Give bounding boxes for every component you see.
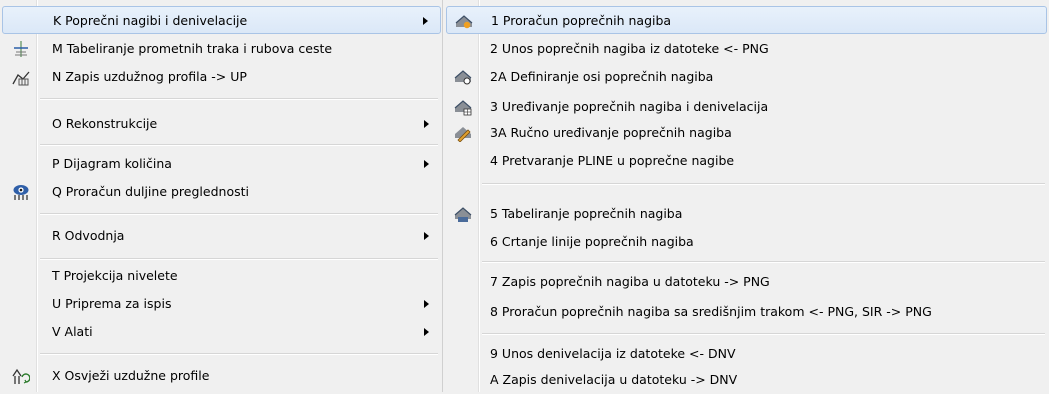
submenu-item-unos-png[interactable]: 2 Unos poprečnih nagiba iz datoteke <- P…	[446, 35, 1047, 63]
submenu-item-definiranje-osi[interactable]: 2A Definiranje osi poprečnih nagiba	[446, 63, 1047, 91]
menu-item-label: 9 Unos denivelacija iz datoteke <- DNV	[490, 346, 736, 361]
menu-item-label: 2A Definiranje osi poprečnih nagiba	[490, 69, 714, 84]
menu-separator	[40, 213, 438, 215]
menu-item-label: T Projekcija nivelete	[52, 268, 178, 283]
axis-define-icon	[454, 70, 472, 85]
submenu-item-crtanje-linije[interactable]: 6 Crtanje linije poprečnih nagiba	[446, 228, 1047, 256]
menu-item-label: 3 Uređivanje poprečnih nagiba i denivela…	[490, 99, 769, 114]
menu-item-osvjezi-profile[interactable]: X Osvježi uzdužne profile	[2, 362, 441, 390]
submenu-item-pretvaranje-pline[interactable]: 4 Pretvaranje PLINE u poprečne nagibe	[446, 147, 1047, 175]
menu-item-label: X Osvježi uzdužne profile	[52, 368, 210, 383]
submenu-item-unos-dnv[interactable]: 9 Unos denivelacija iz datoteke <- DNV	[446, 340, 1047, 368]
menu-item-label: 3A Ručno uređivanje poprečnih nagiba	[490, 125, 732, 140]
menu-item-tabeliranje-traka[interactable]: M Tabeliranje prometnih traka i rubova c…	[2, 35, 441, 63]
menu-item-zapis-profila[interactable]: N Zapis uzdužnog profila -> UP	[2, 63, 441, 91]
menu-separator	[482, 333, 1045, 335]
menu-item-label: 1 Proračun poprečnih nagiba	[491, 13, 672, 28]
submenu-arrow-icon	[424, 120, 429, 128]
visibility-icon	[13, 185, 29, 200]
menu-item-poprecni-nagibi[interactable]: K Poprečni nagibi i denivelacije	[2, 6, 441, 34]
tabulate-icon	[454, 207, 472, 222]
edit-table-icon	[454, 100, 472, 116]
menu-item-odvodnja[interactable]: R Odvodnja	[2, 222, 441, 250]
submenu-item-tabeliranje[interactable]: 5 Tabeliranje poprečnih nagiba	[446, 200, 1047, 228]
menu-item-label: 7 Zapis poprečnih nagiba u datoteku -> P…	[490, 274, 770, 289]
submenu-poprecni-nagibi: 1 Proračun poprečnih nagiba 2 Unos popre…	[444, 0, 1049, 392]
menu-item-projekcija-nivelete[interactable]: T Projekcija nivelete	[2, 262, 441, 290]
submenu-item-zapis-dnv[interactable]: A Zapis denivelacija u datoteku -> DNV	[446, 366, 1047, 394]
menu-item-label: 2 Unos poprečnih nagiba iz datoteke <- P…	[490, 41, 769, 56]
menu-separator	[482, 183, 1045, 185]
submenu-item-uredivanje[interactable]: 3 Uređivanje poprečnih nagiba i denivela…	[446, 93, 1047, 121]
profile-export-icon	[12, 71, 30, 86]
submenu-arrow-icon	[424, 300, 429, 308]
menu-item-label: M Tabeliranje prometnih traka i rubova c…	[52, 41, 333, 56]
menu-item-alati[interactable]: V Alati	[2, 318, 441, 346]
menu-item-dijagram-kolicina[interactable]: P Dijagram količina	[2, 150, 441, 178]
menu-item-label: P Dijagram količina	[52, 156, 172, 171]
lane-table-icon	[14, 41, 28, 57]
refresh-profile-icon	[12, 368, 30, 384]
menu-separator	[40, 98, 438, 100]
main-context-menu: K Poprečni nagibi i denivelacije M Tabel…	[0, 0, 443, 392]
cross-slope-calc-icon	[455, 15, 473, 29]
submenu-item-sredisnji-trak[interactable]: 8 Proračun poprečnih nagiba sa središnji…	[446, 298, 1047, 326]
menu-item-label: V Alati	[52, 324, 93, 339]
menu-separator	[40, 353, 438, 355]
submenu-arrow-icon	[424, 232, 429, 240]
menu-item-label: 4 Pretvaranje PLINE u poprečne nagibe	[490, 153, 735, 168]
submenu-item-rucno-uredivanje[interactable]: 3A Ručno uređivanje poprečnih nagiba	[446, 119, 1047, 147]
menu-item-label: U Priprema za ispis	[52, 296, 172, 311]
menu-separator	[40, 144, 438, 146]
submenu-item-proracun[interactable]: 1 Proračun poprečnih nagiba	[446, 6, 1047, 34]
menu-item-priprema-ispis[interactable]: U Priprema za ispis	[2, 290, 441, 318]
menu-item-duljina-preglednosti[interactable]: Q Proračun duljine preglednosti	[2, 178, 441, 206]
menu-item-label: 6 Crtanje linije poprečnih nagiba	[490, 234, 694, 249]
menu-item-label: A Zapis denivelacija u datoteku -> DNV	[490, 372, 738, 387]
menu-item-label: 8 Proračun poprečnih nagiba sa središnji…	[490, 304, 932, 319]
menu-item-label: R Odvodnja	[52, 228, 125, 243]
menu-separator	[40, 258, 438, 260]
submenu-item-zapis-png[interactable]: 7 Zapis poprečnih nagiba u datoteku -> P…	[446, 268, 1047, 296]
menu-item-label: N Zapis uzdužnog profila -> UP	[52, 69, 247, 84]
submenu-arrow-icon	[424, 328, 429, 336]
submenu-arrow-icon	[424, 160, 429, 168]
submenu-arrow-icon	[423, 17, 428, 25]
menu-item-label: Q Proračun duljine preglednosti	[52, 184, 249, 199]
menu-item-label: 5 Tabeliranje poprečnih nagiba	[490, 206, 683, 221]
menu-item-label: O Rekonstrukcije	[52, 116, 158, 131]
menu-separator	[482, 261, 1045, 263]
pencil-edit-icon	[455, 127, 471, 142]
menu-item-label: K Poprečni nagibi i denivelacije	[53, 13, 248, 28]
menu-item-rekonstrukcije[interactable]: O Rekonstrukcije	[2, 110, 441, 138]
